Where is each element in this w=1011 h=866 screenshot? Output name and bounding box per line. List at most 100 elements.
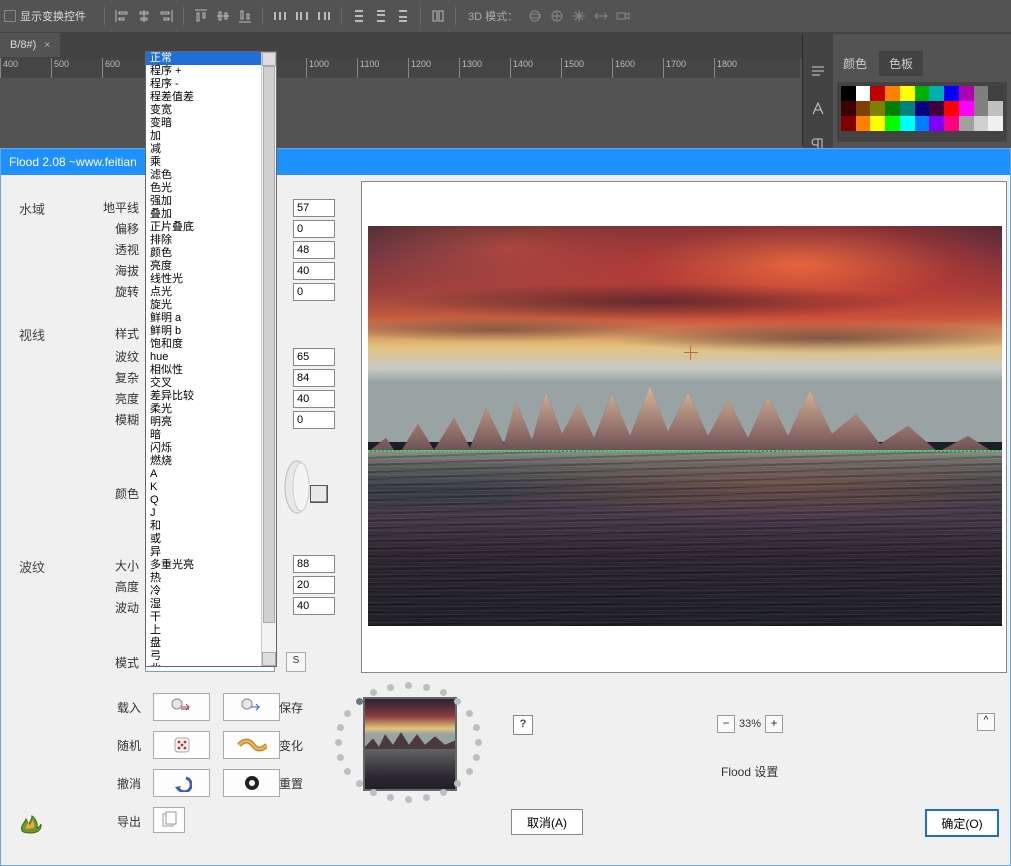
dropdown-item[interactable]: 干 [146, 611, 276, 624]
input-wave[interactable] [293, 348, 335, 366]
swatch[interactable] [856, 116, 871, 131]
horizon-guide[interactable] [368, 450, 1002, 452]
undo-button[interactable] [153, 769, 210, 797]
dropdown-scrollbar[interactable] [261, 52, 276, 666]
ok-button[interactable]: 确定(O) [925, 809, 999, 837]
dropdown-item[interactable]: 线性光 [146, 273, 276, 286]
input-complex[interactable] [293, 369, 335, 387]
align-bottom-icon[interactable] [236, 7, 254, 25]
random-button[interactable] [153, 731, 210, 759]
swatch[interactable] [929, 101, 944, 116]
dropdown-item[interactable]: 色光 [146, 182, 276, 195]
swatch[interactable] [988, 116, 1003, 131]
dropdown-item[interactable]: 交叉 [146, 377, 276, 390]
swatch[interactable] [856, 101, 871, 116]
zoom-in-button[interactable]: + [765, 715, 783, 733]
history-panel-icon[interactable] [809, 64, 827, 82]
input-size[interactable] [293, 555, 335, 573]
dropdown-item[interactable]: 北 [146, 663, 276, 667]
swatch[interactable] [959, 101, 974, 116]
dropdown-item[interactable]: 热 [146, 572, 276, 585]
distribute-v1-icon[interactable] [350, 7, 368, 25]
input-rot[interactable] [293, 283, 335, 301]
3d-pan-icon[interactable] [570, 7, 588, 25]
dropdown-item[interactable]: 正常 [146, 52, 276, 65]
align-top-icon[interactable] [192, 7, 210, 25]
dropdown-item[interactable]: 强加 [146, 195, 276, 208]
align-left-icon[interactable] [113, 7, 131, 25]
scroll-thumb[interactable] [263, 66, 275, 623]
dropdown-item[interactable]: 盘 [146, 637, 276, 650]
distribute-h2-icon[interactable] [293, 7, 311, 25]
swatch[interactable] [915, 101, 930, 116]
align-vcenter-icon[interactable] [214, 7, 232, 25]
dropdown-item[interactable]: 柔光 [146, 403, 276, 416]
dropdown-item[interactable]: 点光 [146, 286, 276, 299]
color-knob[interactable] [281, 457, 313, 517]
dropdown-item[interactable]: A [146, 468, 276, 481]
input-height[interactable] [293, 576, 335, 594]
dropdown-item[interactable]: 相似性 [146, 364, 276, 377]
character-panel-icon[interactable] [809, 100, 827, 118]
distribute-h1-icon[interactable] [271, 7, 289, 25]
swatch[interactable] [841, 101, 856, 116]
swatch[interactable] [885, 101, 900, 116]
zoom-out-button[interactable]: − [717, 715, 735, 733]
swatch[interactable] [974, 86, 989, 101]
help-button[interactable]: ? [513, 715, 533, 735]
dropdown-item[interactable]: 和 [146, 520, 276, 533]
swatch[interactable] [900, 116, 915, 131]
dropdown-item[interactable]: 湿 [146, 598, 276, 611]
distribute-v3-icon[interactable] [394, 7, 412, 25]
show-transform-checkbox[interactable] [4, 10, 16, 22]
crosshair-icon[interactable] [684, 346, 698, 360]
swatch[interactable] [959, 86, 974, 101]
dropdown-item[interactable]: 程序 + [146, 65, 276, 78]
dropdown-item[interactable]: 上 [146, 624, 276, 637]
color-well[interactable] [310, 485, 328, 503]
dropdown-item[interactable]: 程序 - [146, 78, 276, 91]
dropdown-item[interactable]: 明亮 [146, 416, 276, 429]
swatch[interactable] [915, 86, 930, 101]
dropdown-item[interactable]: 闪烁 [146, 442, 276, 455]
swatch[interactable] [915, 116, 930, 131]
swatch[interactable] [870, 101, 885, 116]
dropdown-item[interactable]: 差异比较 [146, 390, 276, 403]
3d-slide-icon[interactable] [592, 7, 610, 25]
swatch[interactable] [929, 86, 944, 101]
scroll-down-icon[interactable] [262, 652, 276, 666]
dropdown-item[interactable]: Q [146, 494, 276, 507]
swatch[interactable] [900, 101, 915, 116]
export-button[interactable] [153, 807, 185, 833]
blend-mode-dropdown[interactable]: 正常程序 +程序 -程差值差变宽变暗加减乘滤色色光强加叠加正片叠底排除颜色亮度线… [145, 51, 277, 667]
save-file-button[interactable] [223, 693, 280, 721]
cancel-button[interactable]: 取消(A) [511, 809, 583, 835]
dropdown-item[interactable]: 多重光亮 [146, 559, 276, 572]
scroll-up-icon[interactable] [262, 52, 276, 66]
load-button[interactable] [153, 693, 210, 721]
input-motion[interactable] [293, 597, 335, 615]
dropdown-item[interactable]: hue [146, 351, 276, 364]
auto-align-icon[interactable] [429, 7, 447, 25]
swatch[interactable] [885, 116, 900, 131]
input-bright[interactable] [293, 390, 335, 408]
align-right-icon[interactable] [157, 7, 175, 25]
swatch[interactable] [900, 86, 915, 101]
input-horizon[interactable] [293, 199, 335, 217]
preview-canvas[interactable] [368, 226, 1002, 626]
3d-roll-icon[interactable] [548, 7, 566, 25]
input-persp[interactable] [293, 241, 335, 259]
swatch[interactable] [959, 116, 974, 131]
dropdown-item[interactable]: 鲜明 a [146, 312, 276, 325]
dropdown-item[interactable]: 叠加 [146, 208, 276, 221]
dropdown-item[interactable]: 冷 [146, 585, 276, 598]
dropdown-item[interactable]: 减 [146, 143, 276, 156]
input-blur[interactable] [293, 411, 335, 429]
thumbnail-preview[interactable] [363, 697, 457, 791]
input-alt[interactable] [293, 262, 335, 280]
dropdown-item[interactable]: 排除 [146, 234, 276, 247]
close-icon[interactable]: × [44, 40, 50, 51]
swatch[interactable] [974, 116, 989, 131]
tab-swatches[interactable]: 色板 [879, 51, 923, 76]
dropdown-item[interactable]: 颜色 [146, 247, 276, 260]
